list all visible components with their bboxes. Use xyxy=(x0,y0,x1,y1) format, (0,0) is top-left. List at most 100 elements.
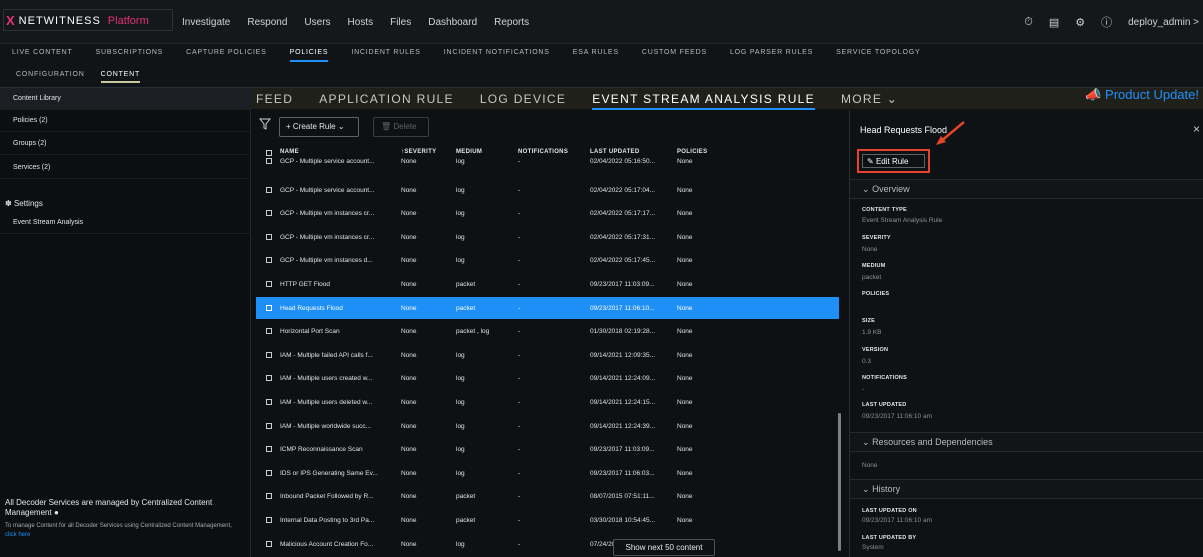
tasks-icon[interactable]: ▤ xyxy=(1049,16,1059,29)
row-checkbox[interactable] xyxy=(266,399,272,405)
sidebar-item-content-library[interactable]: Content Library xyxy=(0,88,251,110)
table-row[interactable]: IAM - Multiple worldwide succ... None log -… xyxy=(256,415,839,437)
edit-rule-button[interactable]: ✎ Edit Rule xyxy=(862,154,925,168)
cell-notifications: - xyxy=(518,281,521,288)
table-row[interactable]: GCP - Multiple vm instances d... None log -… xyxy=(256,249,839,271)
row-checkbox[interactable] xyxy=(266,257,272,264)
cell-severity: None xyxy=(401,233,417,241)
row-checkbox[interactable] xyxy=(266,233,272,240)
row-checkbox[interactable] xyxy=(266,540,272,547)
sidebar-item-esa[interactable]: Event Stream Analysis xyxy=(0,212,251,234)
cell-last-updated: 02/04/2022 05:17:04... xyxy=(590,186,656,194)
sidebar-item-services[interactable]: Services (2) xyxy=(0,157,251,179)
cell-rule-name: IAM - Multiple users created w... xyxy=(280,375,373,383)
resources-section-toggle[interactable]: ⌄ Resources and Dependencies xyxy=(850,432,1203,452)
help-icon[interactable]: ⓘ xyxy=(1101,14,1112,30)
info-icon: ● xyxy=(53,508,59,517)
table-row[interactable]: GCP - Multiple service account... None log… xyxy=(256,153,839,167)
table-row[interactable]: GCP - Multiple service account... None log… xyxy=(256,179,839,201)
row-checkbox[interactable] xyxy=(266,493,272,500)
nav-users[interactable]: Users xyxy=(304,17,330,28)
table-scrollbar[interactable] xyxy=(838,413,841,551)
tab-capture-policies[interactable]: CAPTURE POLICIES xyxy=(186,44,266,62)
annotation-arrow-icon xyxy=(936,121,965,145)
table-row[interactable]: Horizontal Port Scan None packet , log - 01/… xyxy=(256,320,839,342)
nav-files[interactable]: Files xyxy=(390,17,411,28)
tab-esa-rules[interactable]: ESA RULES xyxy=(573,44,619,62)
overview-section-toggle[interactable]: ⌄ Overview xyxy=(850,179,1203,199)
cell-notifications: - xyxy=(518,540,521,548)
timer-icon[interactable]: ⏱ xyxy=(1024,16,1033,29)
table-row[interactable]: GCP - Multiple vm instances cr... None log… xyxy=(256,226,839,248)
sidebar-item-policies[interactable]: Policies (2) xyxy=(0,110,251,132)
table-row[interactable]: HTTP GET Flood None packet - 09/23/2017 11:0… xyxy=(256,273,839,295)
table-row[interactable]: Internal Data Posting to 3rd Pa... None pa… xyxy=(256,509,839,531)
row-checkbox[interactable] xyxy=(266,210,272,217)
table-row[interactable]: IAM - Multiple failed API calls f... None… xyxy=(256,344,839,366)
create-rule-button[interactable]: + Create Rule ⌄ xyxy=(279,117,359,137)
tab-service-topology[interactable]: SERVICE TOPOLOGY xyxy=(836,44,920,62)
tab-policies[interactable]: POLICIES xyxy=(289,44,329,62)
tab-content[interactable]: CONTENT xyxy=(100,71,141,83)
cell-severity: None xyxy=(401,493,417,501)
tab-incident-rules[interactable]: INCIDENT RULES xyxy=(351,44,420,62)
tab-subscriptions[interactable]: SUBSCRIPTIONS xyxy=(96,44,164,62)
row-checkbox[interactable] xyxy=(266,328,272,335)
nav-respond[interactable]: Respond xyxy=(247,17,287,28)
tab-event-stream-analysis-rule[interactable]: EVENT STREAM ANALYSIS RULE xyxy=(592,92,815,110)
cell-last-updated: 09/14/2021 12:24:39... xyxy=(590,422,656,430)
sidebar-item-groups[interactable]: Groups (2) xyxy=(0,133,251,155)
tab-live-content[interactable]: LIVE CONTENT xyxy=(12,44,73,62)
cell-policies: None xyxy=(677,210,693,218)
row-checkbox[interactable] xyxy=(266,422,272,429)
table-row[interactable]: IAM - Multiple users created w... None log… xyxy=(256,367,839,389)
cell-medium: log xyxy=(456,210,465,218)
product-update-link[interactable]: 📣 Product Update! xyxy=(1085,87,1199,103)
row-checkbox[interactable] xyxy=(266,304,272,311)
user-menu[interactable]: deploy_admin > xyxy=(1128,17,1199,28)
table-row[interactable]: Head Requests Flood None packet - 09/23/2017… xyxy=(256,296,839,319)
history-section-toggle[interactable]: ⌄ History xyxy=(850,479,1203,499)
delete-button[interactable]: 🗑 Delete xyxy=(373,117,429,137)
brand-logo[interactable]: X NETWITNESS Platform xyxy=(3,9,173,31)
row-checkbox[interactable] xyxy=(266,186,272,193)
nav-dashboard[interactable]: Dashboard xyxy=(428,17,477,28)
filter-icon[interactable] xyxy=(259,118,271,130)
row-checkbox[interactable] xyxy=(266,351,272,358)
main-nav: Investigate Respond Users Hosts Files Da… xyxy=(182,17,529,28)
row-checkbox[interactable] xyxy=(266,517,272,523)
cell-severity: None xyxy=(401,158,417,165)
table-row[interactable]: IDS or IPS Generating Same Ev... None log -… xyxy=(256,462,839,484)
tab-log-device[interactable]: LOG DEVICE xyxy=(480,92,566,106)
show-next-button[interactable]: Show next 50 content xyxy=(613,539,715,556)
cell-rule-name: IAM - Multiple users deleted w... xyxy=(280,399,373,406)
row-checkbox[interactable] xyxy=(266,469,272,476)
nav-hosts[interactable]: Hosts xyxy=(348,17,374,28)
detail-field-value: - xyxy=(862,386,865,393)
table-row[interactable]: ICMP Reconnaissance Scan None log - 09/23/20… xyxy=(256,438,839,460)
table-row[interactable]: Inbound Packet Followed by R... None packe… xyxy=(256,485,839,507)
tab-configuration[interactable]: CONFIGURATION xyxy=(16,71,85,78)
row-checkbox[interactable] xyxy=(266,281,272,287)
tab-custom-feeds[interactable]: CUSTOM FEEDS xyxy=(642,44,707,62)
tab-log-parser-rules[interactable]: LOG PARSER RULES xyxy=(730,44,813,62)
resources-label: Resources and Dependencies xyxy=(872,437,993,447)
tab-incident-notifications[interactable]: INCIDENT NOTIFICATIONS xyxy=(444,44,550,62)
table-row[interactable]: Malicious Account Creation Fo... None log -… xyxy=(256,533,839,555)
nav-reports[interactable]: Reports xyxy=(494,17,529,28)
row-checkbox[interactable] xyxy=(266,375,272,382)
close-icon[interactable]: × xyxy=(1193,122,1200,136)
tab-application-rule[interactable]: APPLICATION RULE xyxy=(319,92,454,106)
row-checkbox[interactable] xyxy=(266,446,272,453)
tab-more-label: MORE xyxy=(840,91,883,106)
table-row[interactable]: GCP - Multiple vm instances cr... None log… xyxy=(256,202,839,224)
detail-field-label: NOTIFICATIONS xyxy=(862,375,907,381)
tab-feed[interactable]: FEED xyxy=(256,92,293,106)
tools-icon[interactable]: ⚙ xyxy=(1075,16,1085,29)
table-row[interactable]: IAM - Multiple users deleted w... None log… xyxy=(256,391,839,413)
ccm-click-here-link[interactable]: click here xyxy=(5,532,30,538)
tab-more[interactable]: MORE ⌄ xyxy=(841,92,898,106)
nav-investigate[interactable]: Investigate xyxy=(182,17,230,28)
row-checkbox[interactable] xyxy=(266,158,272,164)
cell-severity: None xyxy=(401,399,417,406)
